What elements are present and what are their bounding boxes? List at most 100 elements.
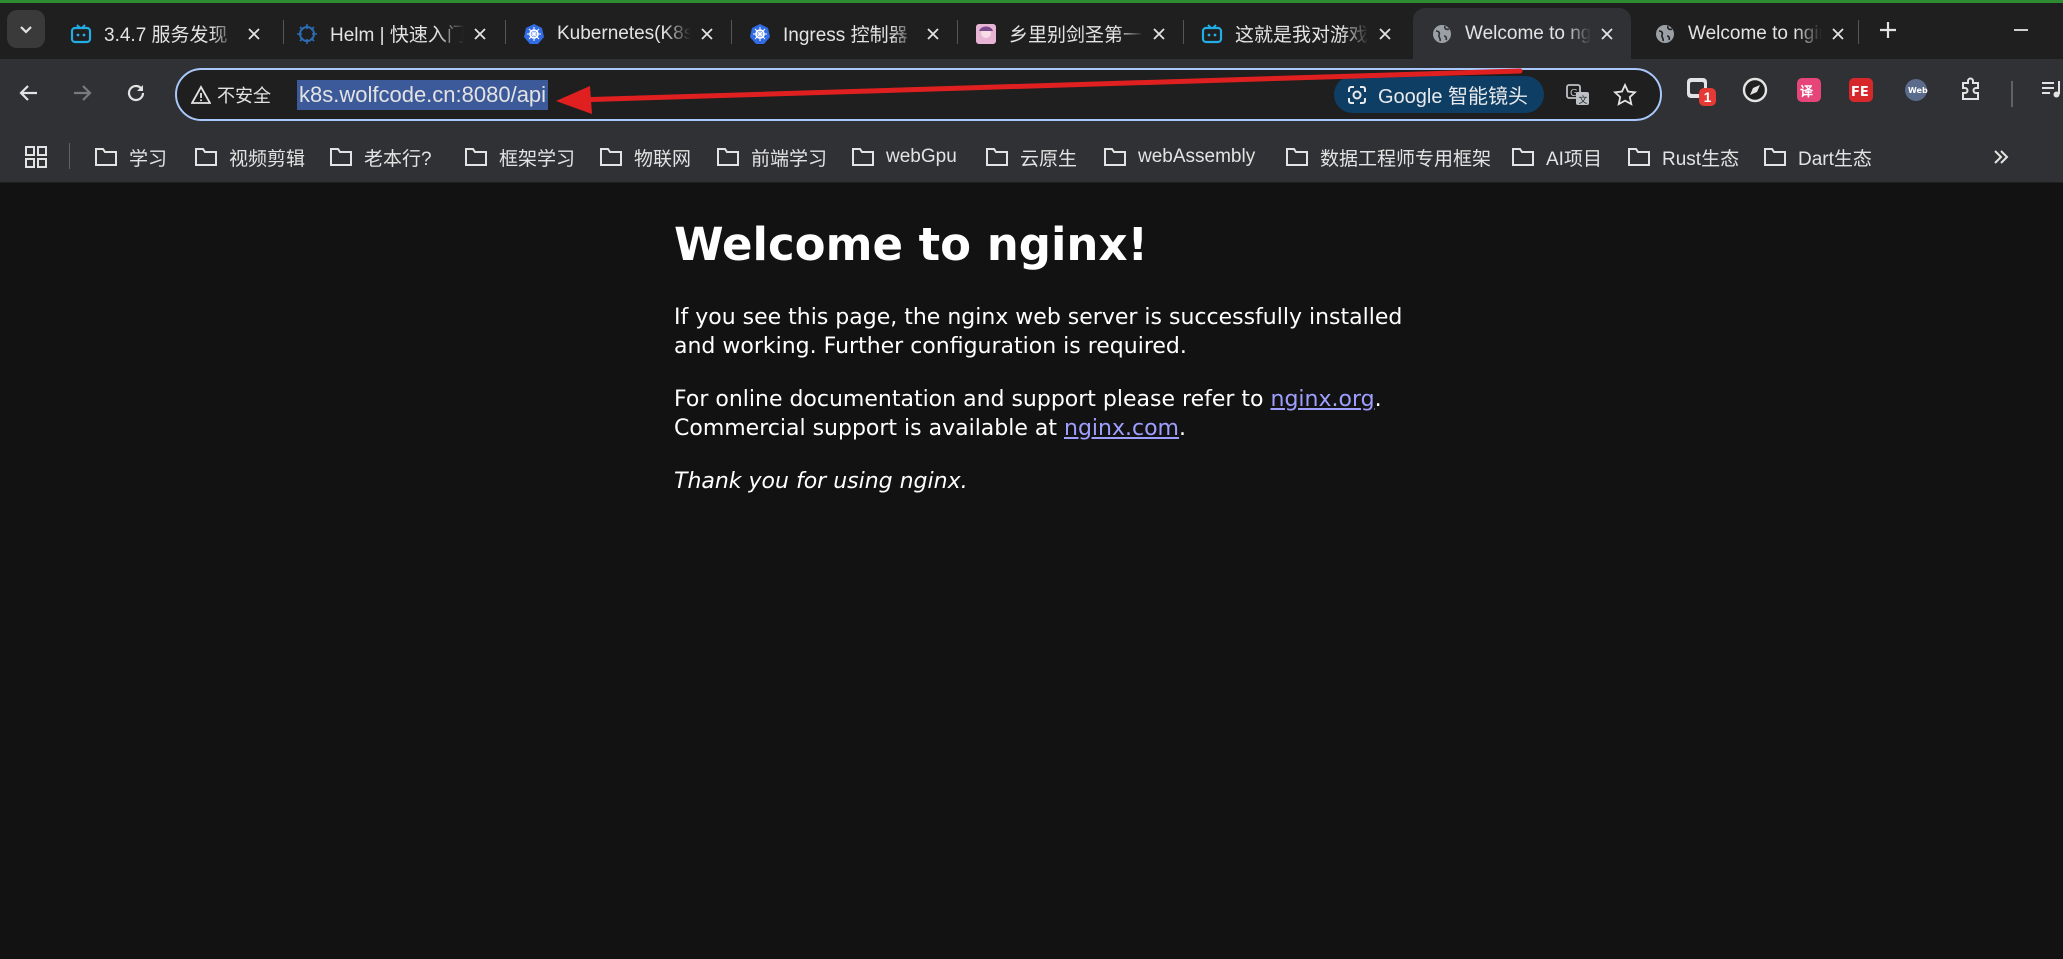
tab-helm[interactable]: Helm | 快速入门 bbox=[278, 8, 504, 59]
bookmarks-separator bbox=[69, 143, 70, 169]
bookmark-folder[interactable]: 物联网 bbox=[599, 141, 691, 173]
close-icon[interactable] bbox=[1828, 24, 1848, 44]
close-icon[interactable] bbox=[1597, 24, 1617, 44]
folder-icon bbox=[1104, 148, 1126, 166]
bookmark-folder[interactable]: webAssembly bbox=[1103, 141, 1255, 173]
folder-icon bbox=[717, 148, 739, 166]
commercial-text: Commercial support is available at bbox=[674, 415, 1064, 441]
bookmark-folder[interactable]: 视频剪辑 bbox=[194, 141, 305, 173]
bookmark-label: 数据工程师专用框架 bbox=[1320, 148, 1492, 170]
page-viewport: Welcome to nginx! If you see this page, … bbox=[0, 183, 2063, 959]
folder-icon bbox=[1286, 148, 1308, 166]
media-controls-button[interactable] bbox=[2036, 74, 2063, 106]
svg-text:Web: Web bbox=[1908, 86, 1928, 95]
tab-search-button[interactable] bbox=[7, 10, 45, 48]
globe-icon bbox=[1431, 23, 1453, 45]
bookmark-folder[interactable]: 前端学习 bbox=[716, 141, 827, 173]
tab-service-discovery[interactable]: 3.4.7 服务发现 bbox=[52, 8, 278, 59]
url-text[interactable]: k8s.wolfcode.cn:8080/api bbox=[297, 80, 549, 110]
minimize-icon bbox=[2014, 29, 2028, 31]
fe-helper-icon: FE bbox=[1849, 78, 1873, 102]
reload-icon bbox=[127, 84, 145, 102]
folder-icon bbox=[600, 148, 622, 166]
translate-icon: G文 bbox=[1566, 84, 1589, 106]
web-icon: Web bbox=[1905, 79, 1928, 101]
bookmark-folder[interactable]: AI项目 bbox=[1511, 141, 1602, 173]
close-icon[interactable] bbox=[923, 24, 943, 44]
docs-text-end: . bbox=[1374, 386, 1382, 412]
security-indicator[interactable]: 不安全 bbox=[191, 82, 271, 108]
close-icon[interactable] bbox=[1149, 24, 1169, 44]
tab-nginx[interactable]: Welcome to nginx! bbox=[1636, 8, 1862, 59]
bookmarks-overflow-button[interactable] bbox=[1987, 143, 2015, 171]
extension-compass[interactable] bbox=[1739, 74, 1771, 106]
lens-label: Google 智能镜头 bbox=[1378, 86, 1529, 108]
globe-icon bbox=[1654, 23, 1676, 45]
nginx-org-link[interactable]: nginx.org bbox=[1271, 387, 1375, 412]
reload-button[interactable] bbox=[116, 73, 156, 113]
close-icon[interactable] bbox=[697, 24, 717, 44]
bookmark-folder[interactable]: Dart生态 bbox=[1763, 141, 1872, 173]
anime-avatar-icon bbox=[975, 23, 997, 45]
tab-separator bbox=[1858, 20, 1859, 44]
helm-icon bbox=[296, 23, 318, 45]
kubernetes-icon bbox=[749, 23, 771, 45]
bookmark-folder[interactable]: 框架学习 bbox=[464, 141, 575, 173]
thanks-text: Thank you for using nginx. bbox=[674, 468, 968, 494]
close-icon[interactable] bbox=[1375, 24, 1395, 44]
bookmark-label: 框架学习 bbox=[499, 148, 576, 170]
security-label: 不安全 bbox=[217, 86, 271, 106]
tab-game[interactable]: 这就是我对游戏 bbox=[1183, 8, 1409, 59]
tab-video[interactable]: 乡里别剑圣第一 bbox=[957, 8, 1183, 59]
bookmarks-bar: 学习 视频剪辑 老本行? 框架学习 物联网 前端学习 webGpu 云原生 we… bbox=[0, 131, 2063, 183]
bookmark-folder[interactable]: Rust生态 bbox=[1627, 141, 1739, 173]
folder-icon bbox=[465, 148, 487, 166]
bookmark-star-button[interactable] bbox=[1609, 79, 1641, 111]
tab-title: 3.4.7 服务发现 bbox=[104, 25, 228, 46]
tab-nginx-active[interactable]: Welcome to nginx! bbox=[1413, 8, 1631, 59]
bookmark-folder[interactable]: 学习 bbox=[94, 141, 167, 173]
bookmark-label: 云原生 bbox=[1020, 148, 1078, 170]
new-tab-button[interactable] bbox=[1870, 12, 1906, 48]
forward-button[interactable] bbox=[62, 73, 102, 113]
folder-icon bbox=[195, 148, 217, 166]
address-bar[interactable]: 不安全 k8s.wolfcode.cn:8080/api Google 智能镜头… bbox=[175, 68, 1662, 121]
close-icon[interactable] bbox=[244, 24, 264, 44]
translator-icon: 译 bbox=[1797, 78, 1821, 102]
back-button[interactable] bbox=[9, 73, 49, 113]
bookmark-folder[interactable]: webGpu bbox=[851, 141, 957, 173]
translate-button[interactable]: G文 bbox=[1562, 79, 1594, 111]
minimize-button[interactable] bbox=[2003, 12, 2039, 48]
tab-ingress[interactable]: Ingress 控制器 bbox=[731, 8, 957, 59]
close-icon[interactable] bbox=[470, 24, 490, 44]
extension-fe-helper[interactable]: FE bbox=[1845, 74, 1877, 106]
folder-icon bbox=[852, 148, 874, 166]
arrow-left-icon bbox=[19, 85, 37, 101]
tab-title: 乡里别剑圣第一 bbox=[1009, 25, 1143, 46]
chevron-down-icon bbox=[20, 26, 32, 34]
bookmark-label: AI项目 bbox=[1546, 148, 1602, 170]
bookmark-label: 视频剪辑 bbox=[229, 148, 306, 170]
bookmark-folder[interactable]: 数据工程师专用框架 bbox=[1285, 141, 1491, 173]
bookmark-folder[interactable]: 云原生 bbox=[985, 141, 1077, 173]
docs-text: For online documentation and support ple… bbox=[674, 386, 1271, 412]
nginx-com-link[interactable]: nginx.com bbox=[1064, 416, 1179, 441]
google-lens-button[interactable]: Google 智能镜头 bbox=[1334, 76, 1544, 113]
svg-text:译: 译 bbox=[1800, 85, 1814, 100]
svg-text:文: 文 bbox=[1579, 94, 1588, 106]
extensions-menu-button[interactable] bbox=[1956, 74, 1988, 106]
tab-title: Welcome to nginx! bbox=[1688, 22, 1822, 44]
extension-notifier[interactable]: 1 bbox=[1684, 74, 1716, 106]
tab-kubernetes[interactable]: Kubernetes(K8s) bbox=[505, 8, 731, 59]
commercial-text-end: . bbox=[1178, 415, 1186, 441]
lens-icon bbox=[1348, 85, 1366, 104]
folder-icon bbox=[1628, 148, 1650, 166]
bookmark-label: webGpu bbox=[886, 146, 957, 167]
bookmark-folder[interactable]: 老本行? bbox=[329, 141, 432, 173]
extension-web[interactable]: Web bbox=[1900, 74, 1932, 106]
extension-translator[interactable]: 译 bbox=[1793, 74, 1825, 106]
nginx-welcome-content: Welcome to nginx! If you see this page, … bbox=[674, 219, 1434, 520]
apps-button[interactable] bbox=[22, 143, 50, 171]
bookmark-label: 老本行? bbox=[364, 148, 432, 170]
tab-strip: 3.4.7 服务发现 Helm | 快速入门 Kubernetes(K8s) I… bbox=[0, 0, 2063, 59]
